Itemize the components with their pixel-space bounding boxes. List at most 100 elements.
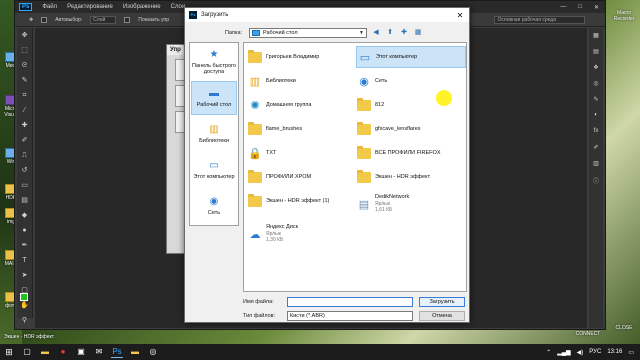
- close-window-button[interactable]: ✕: [594, 4, 599, 11]
- place-label: Библиотеки: [199, 138, 229, 144]
- list-item[interactable]: ▭ Этот компьютер: [356, 46, 466, 68]
- new-folder-icon[interactable]: ✚: [399, 28, 409, 38]
- quick-select-tool-icon[interactable]: ✎: [20, 76, 30, 86]
- styles-panel-icon[interactable]: fx: [592, 128, 600, 136]
- place-quick-access[interactable]: ★ Панель быстрого доступа: [191, 45, 237, 79]
- show-controls-checkbox[interactable]: [124, 16, 131, 23]
- list-item[interactable]: Экшен - HDR эффект (1): [247, 190, 357, 212]
- volume-icon[interactable]: ◀): [577, 349, 584, 356]
- lasso-tool-icon[interactable]: ᘓ: [20, 61, 30, 71]
- place-this-pc[interactable]: ▭ Этот компьютер: [191, 153, 237, 187]
- move-tool-icon[interactable]: ✥: [20, 31, 30, 41]
- menu-edit[interactable]: Редактирование: [67, 4, 113, 10]
- place-desktop[interactable]: ▬ Рабочий стол: [191, 81, 237, 115]
- place-network[interactable]: ◉ Сеть: [191, 189, 237, 223]
- eyedropper-tool-icon[interactable]: ⁄: [20, 106, 30, 116]
- desktop-icon-close[interactable]: CLOSE: [608, 325, 640, 331]
- autoselect-select[interactable]: Слой: [90, 15, 117, 24]
- brushes-panel-icon[interactable]: ✐: [592, 144, 600, 152]
- autoselect-checkbox[interactable]: [41, 16, 48, 23]
- maximize-button[interactable]: □: [578, 4, 582, 11]
- list-item[interactable]: ПРОФИЛИ ХРОМ: [247, 166, 357, 188]
- network-tray-icon[interactable]: ▂▄▆: [557, 349, 570, 356]
- list-item[interactable]: ✺ Домашняя группа: [247, 94, 357, 116]
- file-explorer-icon[interactable]: ▬: [39, 346, 51, 358]
- list-item[interactable]: ВСЕ ПРОФИЛИ FIREFOX: [356, 142, 466, 164]
- list-item[interactable]: flame_brushes: [247, 118, 357, 140]
- mail-icon[interactable]: ✉: [93, 346, 105, 358]
- photoshop-icon: Ps: [189, 11, 197, 19]
- dialog-title: Загрузить: [201, 12, 229, 18]
- folder-icon: [356, 145, 372, 161]
- notifications-icon[interactable]: ▭: [628, 349, 634, 356]
- desktop-icon-macro-recorder[interactable]: Macro Recorder: [608, 10, 640, 22]
- history-panel-icon[interactable]: ▦: [592, 32, 600, 40]
- menu-file[interactable]: Файл: [42, 4, 57, 10]
- brush-tool-icon[interactable]: ✐: [20, 136, 30, 146]
- hand-tool-icon[interactable]: ✋: [20, 301, 30, 311]
- foreground-color-swatch[interactable]: [20, 293, 28, 301]
- desktop-icon: ▬: [209, 88, 219, 99]
- photoshop-taskbar-icon[interactable]: Ps: [111, 346, 123, 358]
- list-item[interactable]: ◉ Сеть: [356, 70, 466, 92]
- task-view-icon[interactable]: ▢: [21, 346, 33, 358]
- up-folder-icon[interactable]: ⬆: [385, 28, 395, 38]
- list-item[interactable]: 🔒 TXT: [247, 142, 357, 164]
- store-icon[interactable]: ▣: [75, 346, 87, 358]
- view-menu-icon[interactable]: ▦: [413, 28, 423, 38]
- dialog-bottom: Имя файла: Загрузить Тип файлов: Кисти (…: [243, 296, 467, 324]
- back-icon[interactable]: ◀: [371, 28, 381, 38]
- pen-tool-icon[interactable]: ✒: [20, 241, 30, 251]
- folder-select[interactable]: Рабочий стол ▼: [249, 28, 367, 38]
- language-indicator[interactable]: РУС: [589, 349, 601, 355]
- path-select-tool-icon[interactable]: ➤: [20, 271, 30, 281]
- crop-tool-icon[interactable]: ⌗: [20, 91, 30, 101]
- dialog-titlebar: Ps Загрузить ✕: [185, 8, 469, 22]
- filetype-select[interactable]: Кисти (*.ABR): [287, 311, 413, 321]
- load-button[interactable]: Загрузить: [419, 297, 465, 307]
- list-item[interactable]: ▥ Библиотеки: [247, 70, 357, 92]
- swatches-panel-icon[interactable]: ▥: [592, 160, 600, 168]
- folder-taskbar-icon[interactable]: ▬: [129, 346, 141, 358]
- clock[interactable]: 13:16: [607, 349, 622, 355]
- list-item[interactable]: Экшен - HDR эффект: [356, 166, 466, 188]
- paths-panel-icon[interactable]: ✎: [592, 96, 600, 104]
- stamp-tool-icon[interactable]: ⎍: [20, 151, 30, 161]
- place-libraries[interactable]: ▥ Библиотеки: [191, 117, 237, 151]
- layers-panel-icon[interactable]: ❖: [592, 64, 600, 72]
- move-tool-icon[interactable]: ✥: [29, 17, 33, 23]
- cancel-button[interactable]: Отмена: [419, 311, 465, 321]
- desktop-icon-hdr-label[interactable]: Экшен - HDR эффект: [4, 334, 54, 340]
- healing-tool-icon[interactable]: ✚: [20, 121, 30, 131]
- folder-icon: [356, 121, 372, 137]
- minimize-button[interactable]: —: [560, 4, 566, 11]
- file-list: Григорьев Владимир ▭ Этот компьютер ▥ Би…: [243, 42, 467, 292]
- list-item[interactable]: ▤ DedikNetwork Ярлык 1,61 КБ: [356, 190, 466, 218]
- lock-folder-icon: 🔒: [248, 147, 262, 160]
- close-icon[interactable]: ✕: [451, 11, 469, 20]
- history-brush-tool-icon[interactable]: ↺: [20, 166, 30, 176]
- filename-input[interactable]: [287, 297, 413, 307]
- list-item[interactable]: ☁ Яндекс Диск Ярлык 1,30 КБ: [247, 220, 357, 248]
- gradient-tool-icon[interactable]: ▤: [20, 196, 30, 206]
- channels-panel-icon[interactable]: ◎: [592, 80, 600, 88]
- info-panel-icon[interactable]: ⓘ: [592, 176, 600, 185]
- windows-start-icon[interactable]: ⊞: [3, 346, 15, 358]
- blur-tool-icon[interactable]: ◆: [20, 211, 30, 221]
- dodge-tool-icon[interactable]: ●: [20, 226, 30, 236]
- browser-icon[interactable]: ●: [57, 346, 69, 358]
- text-tool-icon[interactable]: T: [20, 256, 30, 266]
- list-item[interactable]: Григорьев Владимир: [247, 46, 357, 68]
- marquee-tool-icon[interactable]: ⬚: [20, 46, 30, 56]
- app-taskbar-icon[interactable]: ◎: [147, 346, 159, 358]
- properties-panel-icon[interactable]: ▤: [592, 48, 600, 56]
- workspace-select[interactable]: Основная рабочая среда: [493, 15, 585, 24]
- zoom-tool-icon[interactable]: ⚲: [20, 316, 30, 326]
- tray-chevron-icon[interactable]: ⌃: [546, 349, 551, 356]
- adjustments-panel-icon[interactable]: ◐: [592, 112, 600, 120]
- homegroup-icon: ✺: [250, 99, 260, 112]
- menu-image[interactable]: Изображение: [123, 4, 161, 10]
- computer-icon: ▭: [359, 51, 371, 64]
- eraser-tool-icon[interactable]: ▭: [20, 181, 30, 191]
- list-item[interactable]: gfxcave_lensflares: [356, 118, 466, 140]
